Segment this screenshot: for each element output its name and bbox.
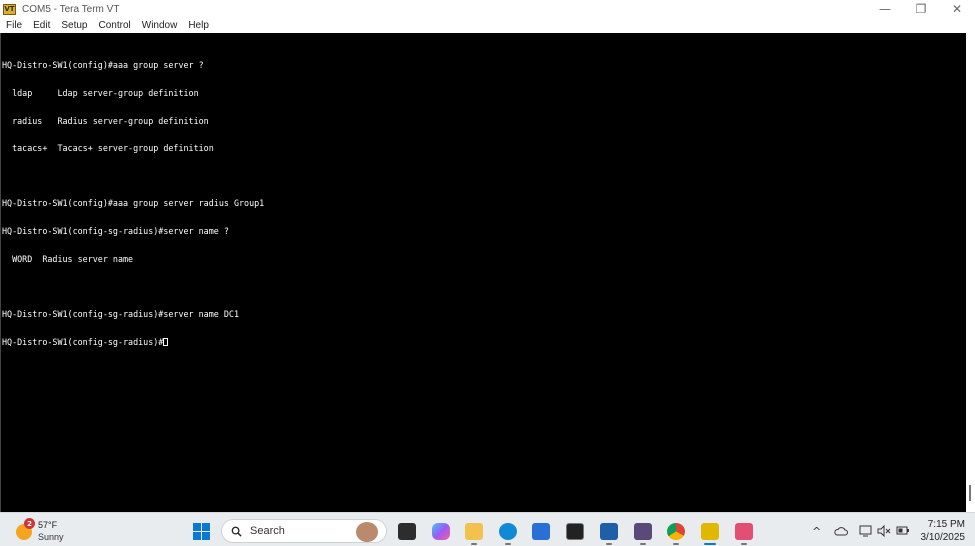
text-cursor [163,337,169,346]
notification-badge: 2 [24,518,35,529]
terminal-line: ldap Ldap server-group definition [2,88,199,99]
terminal-line: radius Radius server-group definition [2,115,209,126]
menu-window[interactable]: Window [142,20,178,31]
edge-icon[interactable] [499,523,517,540]
minimize-button[interactable]: — [867,0,903,18]
tray-overflow-chevron-icon[interactable]: ^ [812,525,821,538]
terminal-scrollbar[interactable] [966,33,975,512]
running-indicator [471,543,477,545]
file-explorer-icon[interactable] [465,523,483,540]
terminal-prompt: HQ-Distro-SW1(config-sg-radius)# [2,336,164,347]
tera-term-app-icon[interactable]: VT [3,3,16,15]
terminal-line: HQ-Distro-SW1(config-sg-radius)#server n… [2,308,239,319]
terminal-output: HQ-Distro-SW1(config)#aaa group server ?… [2,43,264,365]
window-title: COM5 - Tera Term VT [22,3,120,15]
clock-time[interactable]: 7:15 PM [920,519,965,530]
terminal-line: HQ-Distro-SW1(config)#aaa group server r… [2,198,265,209]
weather-condition: Sunny [38,532,64,542]
terminal-line: WORD Radius server name [2,253,134,264]
taskbar-search-box[interactable]: Search [221,519,387,543]
terminal-line: HQ-Distro-SW1(config)#aaa group server ? [2,60,204,71]
windows-start-icon[interactable] [193,523,210,540]
task-view-icon[interactable] [398,523,416,540]
restore-button[interactable]: ❐ [903,0,939,18]
menu-file[interactable]: File [6,20,22,31]
running-indicator [741,543,747,545]
terminal-line: HQ-Distro-SW1(config-sg-radius)#server n… [2,226,229,237]
close-button[interactable]: ✕ [939,0,975,18]
running-indicator [606,543,612,545]
running-indicator [640,543,646,545]
running-indicator [673,543,679,545]
terminal-screen[interactable]: HQ-Distro-SW1(config)#aaa group server ?… [0,33,966,512]
snipping-tool-icon[interactable] [735,523,753,540]
running-indicator [505,543,511,545]
scrollbar-thumb[interactable] [969,485,971,501]
search-icon [231,526,242,537]
menu-setup[interactable]: Setup [61,20,87,31]
copilot-icon[interactable] [432,523,450,540]
menu-bar: File Edit Setup Control Window Help [0,18,975,33]
search-label: Search [250,525,285,537]
display-icon[interactable] [859,525,873,537]
menu-help[interactable]: Help [188,20,209,31]
terminal-prompt-line: HQ-Distro-SW1(config-sg-radius)# [2,336,264,347]
visio-icon[interactable] [600,523,618,540]
calendar-app-icon[interactable] [634,523,652,540]
teraterm-icon[interactable] [701,523,719,540]
menu-control[interactable]: Control [99,20,131,31]
store-icon[interactable] [532,523,550,540]
weather-widget[interactable]: 2 57°F Sunny [14,518,84,544]
battery-icon[interactable] [896,526,910,536]
active-indicator [704,543,716,545]
volume-muted-icon[interactable] [877,525,891,537]
chrome-icon[interactable] [667,523,685,540]
clock-date[interactable]: 3/10/2025 [912,532,966,543]
weather-temperature: 57°F [38,520,58,530]
menu-edit[interactable]: Edit [33,20,50,31]
terminal-line: tacacs+ Tacacs+ server-group definition [2,143,214,154]
onedrive-icon[interactable] [834,526,848,536]
search-highlight-image [356,522,378,542]
window-controls: — ❐ ✕ [867,0,975,18]
terminal-icon[interactable] [566,523,584,540]
taskbar: 2 57°F Sunny Search ^ 7:15 PM 3/10/2025 [0,512,975,546]
title-bar: VT COM5 - Tera Term VT — ❐ ✕ [0,0,975,18]
